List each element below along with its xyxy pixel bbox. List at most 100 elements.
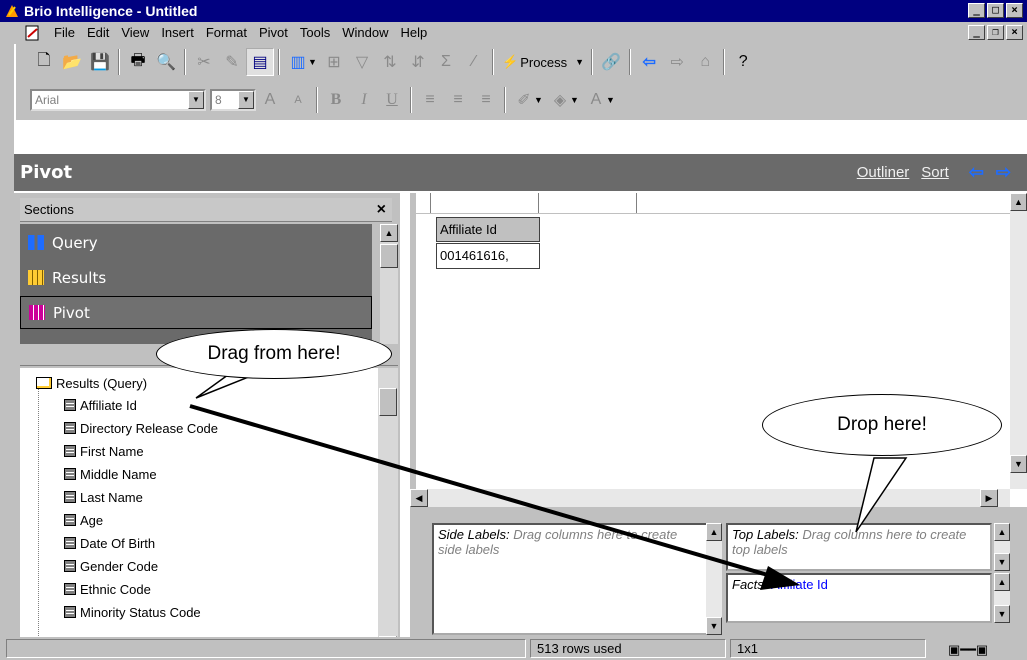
menu-help[interactable]: Help	[395, 23, 434, 43]
section-item-pivot[interactable]: Pivot	[20, 296, 372, 329]
scroll-up-icon[interactable]: ▲	[994, 523, 1010, 541]
sort-ascending-icon[interactable]: ⇅	[376, 48, 404, 76]
forward-arrow-icon[interactable]: ⇨	[663, 48, 691, 76]
scroll-down-icon[interactable]: ▼	[706, 617, 722, 635]
paste-icon[interactable]: ✎	[218, 48, 246, 76]
align-left-icon[interactable]: ≡	[416, 86, 444, 114]
tree-field-age[interactable]: Age	[64, 509, 103, 531]
connection-icon[interactable]: 🔗	[597, 48, 625, 76]
menu-window[interactable]: Window	[336, 23, 394, 43]
sections-scrollbar[interactable]: ▲	[380, 224, 398, 344]
menu-view[interactable]: View	[115, 23, 155, 43]
facts-scrollbar[interactable]: ▲ ▼	[994, 573, 1010, 623]
line-color-dropdown-icon[interactable]: ▼	[534, 95, 546, 105]
back-arrow-icon[interactable]: ⇦	[635, 48, 663, 76]
tree-field-last-name[interactable]: Last Name	[64, 486, 143, 508]
tree-field-minority-status-code[interactable]: Minority Status Code	[64, 601, 201, 623]
menu-tools[interactable]: Tools	[294, 23, 336, 43]
maximize-button[interactable]: □	[987, 3, 1004, 18]
doc-restore-button[interactable]: ❐	[987, 25, 1004, 40]
underline-button[interactable]: U	[378, 86, 406, 114]
tree-field-middle-name[interactable]: Middle Name	[64, 463, 157, 485]
save-icon[interactable]: 💾	[86, 48, 114, 76]
scroll-up-icon[interactable]: ▲	[380, 224, 398, 242]
filter-icon[interactable]: ▽	[348, 48, 376, 76]
print-preview-icon[interactable]: 🔍	[152, 48, 180, 76]
tree-field-gender-code[interactable]: Gender Code	[64, 555, 158, 577]
scroll-down-icon[interactable]: ▼	[1010, 455, 1027, 473]
close-button[interactable]: ×	[1006, 3, 1023, 18]
scroll-right-icon[interactable]: ▶	[980, 489, 998, 507]
minimize-button[interactable]: _	[968, 3, 985, 18]
align-right-icon[interactable]: ≡	[472, 86, 500, 114]
compute-icon[interactable]: ⁄	[460, 48, 488, 76]
menu-pivot[interactable]: Pivot	[253, 23, 294, 43]
scroll-left-icon[interactable]: ◀	[410, 489, 428, 507]
section-item-query[interactable]: Query	[20, 226, 372, 259]
section-pane-toggle-icon[interactable]: ▤	[246, 48, 274, 76]
forward-arrow-icon[interactable]: ⇨	[996, 162, 1011, 183]
menu-format[interactable]: Format	[200, 23, 253, 43]
grow-font-icon[interactable]: A	[256, 86, 284, 114]
help-icon[interactable]: ?	[729, 48, 757, 76]
sum-icon[interactable]: Σ	[432, 48, 460, 76]
scroll-up-icon[interactable]: ▲	[706, 523, 722, 541]
facts-pane[interactable]: Facts: Affiliate Id	[726, 573, 992, 623]
sort-descending-icon[interactable]: ⇵	[404, 48, 432, 76]
top-labels-scrollbar[interactable]: ▲ ▼	[994, 523, 1010, 571]
menu-insert[interactable]: Insert	[155, 23, 200, 43]
sort-link[interactable]: Sort	[921, 164, 949, 181]
cut-icon[interactable]: ✂	[190, 48, 218, 76]
scroll-thumb[interactable]	[380, 244, 398, 268]
tree-field-label: First Name	[80, 443, 144, 459]
side-labels-scrollbar[interactable]: ▲ ▼	[706, 523, 722, 635]
shrink-font-icon[interactable]: A	[284, 86, 312, 114]
scroll-down-icon[interactable]: ▼	[994, 553, 1010, 571]
back-arrow-icon[interactable]: ⇦	[969, 162, 984, 183]
open-folder-icon[interactable]: 📂	[58, 48, 86, 76]
new-file-icon[interactable]: 🗋	[30, 48, 58, 76]
document-icon[interactable]	[24, 25, 42, 41]
outliner-link[interactable]: Outliner	[857, 164, 910, 181]
side-labels-pane[interactable]: Side Labels: Drag columns here to create…	[432, 523, 708, 635]
scroll-up-icon[interactable]: ▲	[1010, 193, 1027, 211]
grid-horizontal-scrollbar[interactable]: ◀ ▶	[410, 489, 1010, 507]
font-size-select[interactable]: 8 ▼	[210, 89, 256, 111]
toolbar-separator	[591, 49, 594, 75]
print-icon[interactable]: 🖶	[124, 48, 152, 76]
insert-section-dropdown-icon[interactable]: ▼	[308, 57, 320, 67]
tree-field-date-of-birth[interactable]: Date Of Birth	[64, 532, 155, 554]
bold-button[interactable]: B	[322, 86, 350, 114]
grid-vertical-scrollbar[interactable]: ▲ ▼	[1010, 193, 1027, 489]
pivot-column-header[interactable]: Affiliate Id	[436, 217, 540, 242]
fill-color-dropdown-icon[interactable]: ▼	[570, 95, 582, 105]
scroll-down-icon[interactable]: ▼	[994, 605, 1010, 623]
tree-field-ethnic-code[interactable]: Ethnic Code	[64, 578, 151, 600]
home-icon[interactable]: ⌂	[691, 48, 719, 76]
process-button[interactable]: ⚡ Process	[498, 54, 571, 70]
close-icon[interactable]: ×	[377, 201, 386, 219]
tree-field-directory-release-code[interactable]: Directory Release Code	[64, 417, 218, 439]
tree-scrollbar[interactable]: ▼	[378, 368, 398, 655]
text-color-dropdown-icon[interactable]: ▼	[606, 95, 618, 105]
chart-icon[interactable]: ⊞	[320, 48, 348, 76]
facts-field[interactable]: Affiliate Id	[771, 577, 828, 592]
pivot-fact-cell[interactable]: 001461616,	[436, 243, 540, 269]
align-center-icon[interactable]: ≡	[444, 86, 472, 114]
tree-root[interactable]: Results (Query)	[36, 372, 147, 394]
menu-file[interactable]: File	[48, 23, 81, 43]
menu-edit[interactable]: Edit	[81, 23, 115, 43]
font-name-select[interactable]: Arial ▼	[30, 89, 206, 111]
scroll-up-icon[interactable]: ▲	[994, 573, 1010, 591]
top-labels-pane[interactable]: Top Labels: Drag columns here to create …	[726, 523, 992, 571]
tree-field-affiliate-id[interactable]: Affiliate Id	[64, 394, 137, 416]
doc-minimize-button[interactable]: _	[968, 25, 985, 40]
doc-close-button[interactable]: ×	[1006, 25, 1023, 40]
toolbar-separator	[278, 49, 280, 75]
italic-button[interactable]: I	[350, 86, 378, 114]
tree-field-first-name[interactable]: First Name	[64, 440, 144, 462]
process-dropdown-icon[interactable]: ▼	[575, 57, 587, 67]
drag-callout: Drag from here!	[156, 329, 392, 379]
scroll-thumb[interactable]	[379, 388, 397, 416]
section-item-results[interactable]: Results	[20, 261, 372, 294]
